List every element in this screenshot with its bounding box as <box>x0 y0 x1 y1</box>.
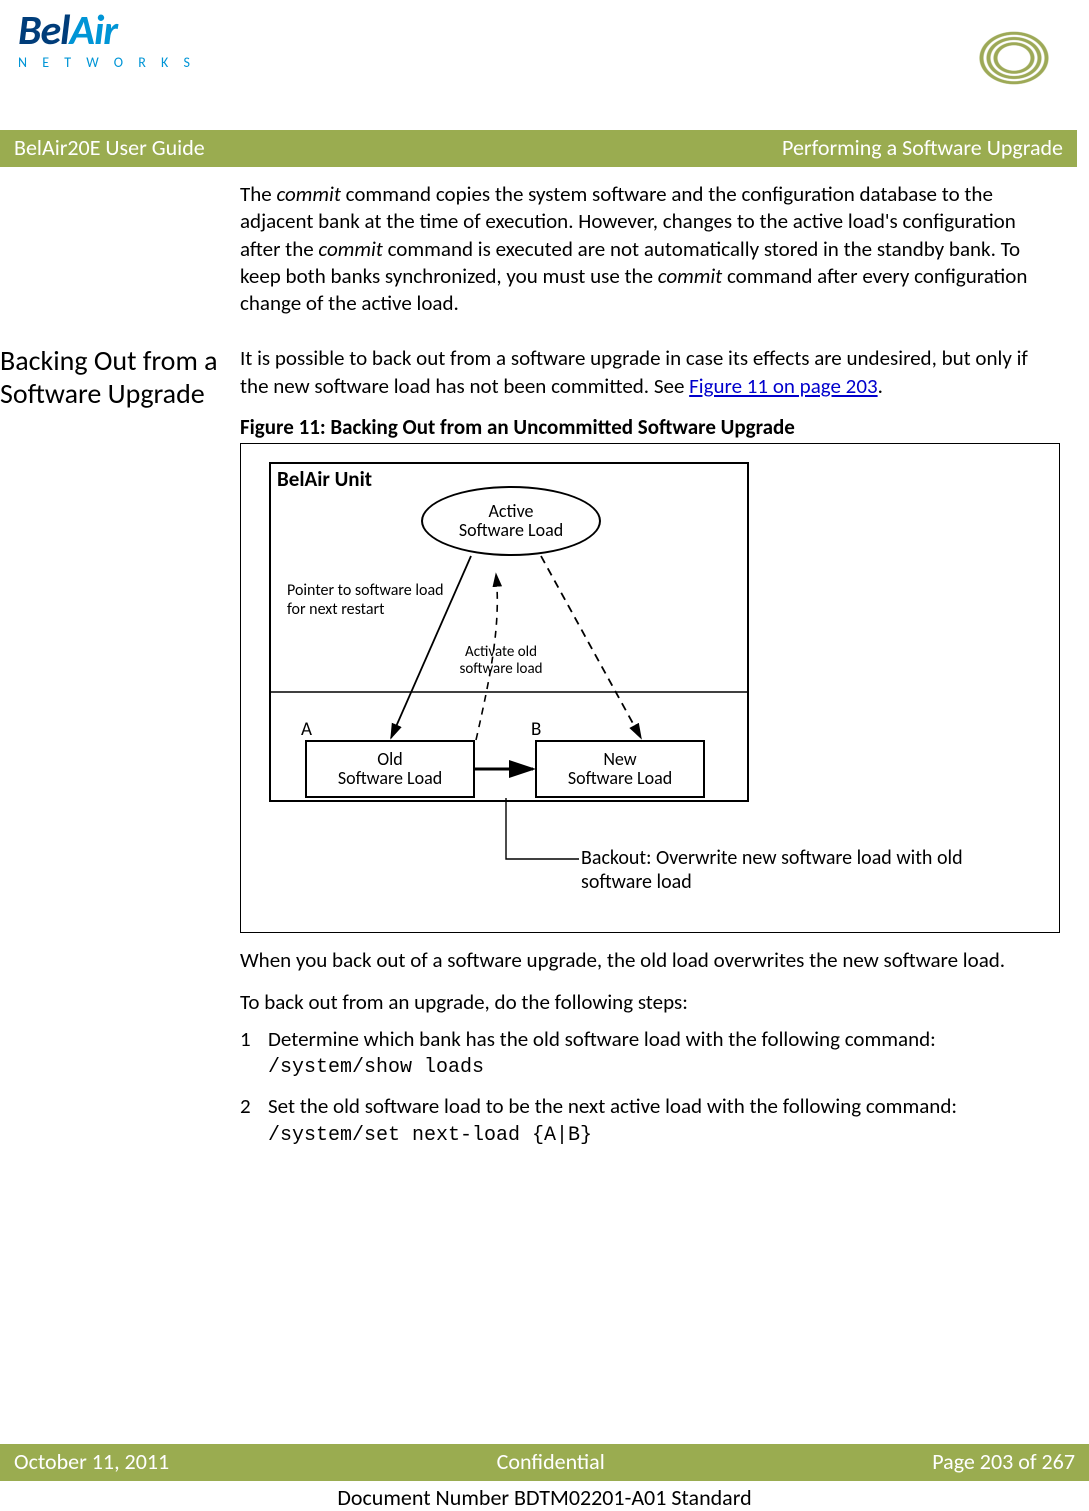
old-load-box: Old Software Load <box>305 740 475 798</box>
title-banner: BelAir20E User Guide Performing a Softwa… <box>0 130 1077 167</box>
intro-paragraph: The commit command copies the system sof… <box>240 181 1037 317</box>
logo-air: Air <box>70 5 118 56</box>
bank-a-label: A <box>301 718 312 743</box>
intro-col: The commit command copies the system sof… <box>240 181 1037 331</box>
footer-confidential: Confidential <box>497 1448 605 1475</box>
footer-date: October 11, 2011 <box>14 1448 169 1475</box>
logo-wordmark: BelAir <box>18 10 117 52</box>
step-2-body: Set the old software load to be the next… <box>268 1093 1060 1148</box>
belair-logo: BelAir N E T W O R K S <box>18 10 196 71</box>
step-2-num: 2 <box>240 1093 268 1148</box>
step-1-body: Determine which bank has the old softwar… <box>268 1026 1060 1081</box>
commit-word-1: commit <box>276 181 340 207</box>
new-load-text: New Software Load <box>568 750 672 790</box>
new-load-box: New Software Load <box>535 740 705 798</box>
figure-frame: BelAir Unit Active Software Load Pointer… <box>240 443 1060 933</box>
section-heading: Backing Out from a Software Upgrade <box>0 345 240 409</box>
active-load-ellipse: Active Software Load <box>421 486 601 556</box>
banner-right: Performing a Software Upgrade <box>782 134 1063 161</box>
figure-link[interactable]: Figure 11 on page 203 <box>689 373 877 399</box>
intro-t1: The <box>240 181 276 207</box>
step-2-code: /system/set next-load {A|B} <box>268 1123 1060 1149</box>
logo-networks: N E T W O R K S <box>18 54 196 71</box>
banner-left: BelAir20E User Guide <box>14 134 205 161</box>
unit-title: BelAir Unit <box>277 466 372 493</box>
after-figure-p1: When you back out of a software upgrade,… <box>240 947 1060 974</box>
section-t2: . <box>878 373 883 399</box>
document-number: Document Number BDTM02201-A01 Standard <box>0 1484 1089 1511</box>
rings-icon <box>969 10 1059 90</box>
pointer-text: Pointer to software load for next restar… <box>287 582 457 619</box>
bank-b-label: B <box>531 718 541 743</box>
backout-text: Backout: Overwrite new software load wit… <box>581 846 981 894</box>
step-1-text: Determine which bank has the old softwar… <box>268 1026 1060 1053</box>
page: BelAir N E T W O R K S BelAir20E User Gu… <box>0 0 1089 1511</box>
commit-word-2: commit <box>318 236 382 262</box>
old-load-text: Old Software Load <box>338 750 442 790</box>
footer-bar: October 11, 2011 Confidential Page 203 o… <box>0 1444 1089 1481</box>
section-row: Backing Out from a Software Upgrade It i… <box>0 345 1077 1160</box>
figure-caption: Figure 11: Backing Out from an Uncommitt… <box>240 414 1060 441</box>
intro-row: The commit command copies the system sof… <box>0 181 1077 331</box>
step-1-num: 1 <box>240 1026 268 1081</box>
page-header: BelAir N E T W O R K S <box>0 10 1077 130</box>
active-load-text: Active Software Load <box>459 502 563 542</box>
step-1: 1 Determine which bank has the old softw… <box>240 1026 1060 1081</box>
section-paragraph: It is possible to back out from a softwa… <box>240 345 1060 400</box>
footer-page: Page 203 of 267 <box>932 1448 1075 1475</box>
step-2: 2 Set the old software load to be the ne… <box>240 1093 1060 1148</box>
after-figure-p2: To back out from an upgrade, do the foll… <box>240 989 1060 1016</box>
section-t1: It is possible to back out from a softwa… <box>240 345 1028 398</box>
steps-list: 1 Determine which bank has the old softw… <box>240 1026 1060 1149</box>
activate-text: Activate old software load <box>441 644 561 677</box>
section-col: It is possible to back out from a softwa… <box>240 345 1060 1160</box>
commit-word-3: commit <box>658 263 722 289</box>
step-1-code: /system/show loads <box>268 1055 1060 1081</box>
step-2-text: Set the old software load to be the next… <box>268 1093 1060 1120</box>
logo-bel: Bel <box>18 5 70 56</box>
